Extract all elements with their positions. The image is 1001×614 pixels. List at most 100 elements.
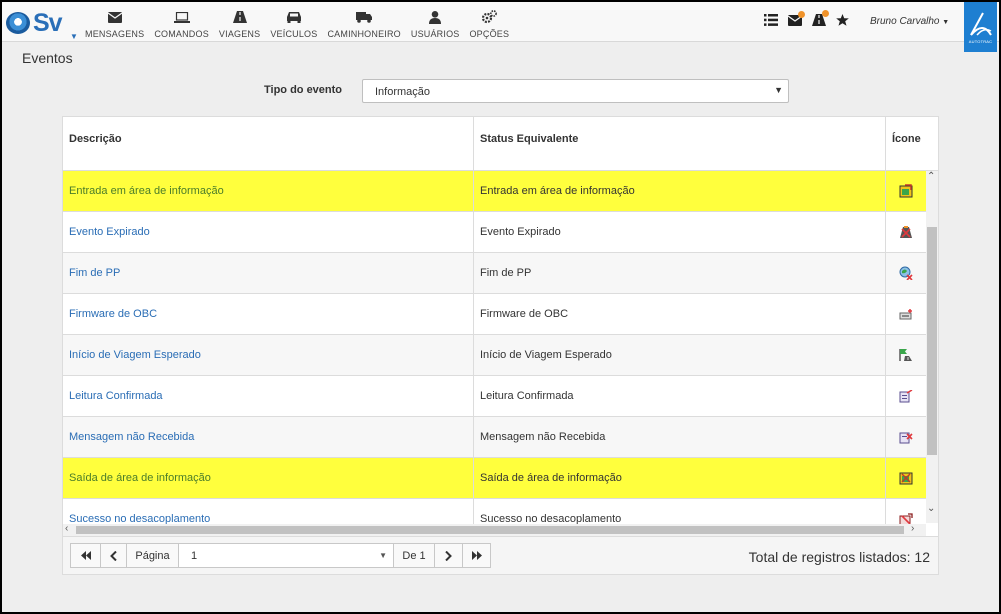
caret-down-icon: ▼	[774, 85, 783, 95]
cell-descricao[interactable]: Leitura Confirmada	[63, 376, 474, 416]
next-page-button[interactable]	[434, 543, 463, 568]
eye-logo-icon	[6, 12, 30, 34]
cell-status: Entrada em área de informação	[474, 171, 886, 211]
page-select-value: 1	[191, 549, 198, 562]
logo-text: Sv	[33, 8, 63, 37]
message-x-icon	[886, 417, 926, 457]
table-row[interactable]: Fim de PP Fim de PP	[63, 253, 926, 294]
column-header-descricao[interactable]: Descrição	[63, 117, 474, 171]
cell-descricao[interactable]: Início de Viagem Esperado	[63, 335, 474, 375]
prev-page-button[interactable]	[100, 543, 127, 568]
cell-descricao[interactable]: Saída de área de informação	[63, 458, 474, 498]
app-window: Sv ▼ MENSAGENS COMANDOS VIAGENS VEÍCULOS…	[2, 2, 999, 612]
events-table: Descrição Status Equivalente Ícone Entra…	[62, 116, 939, 537]
caret-down-icon: ▼	[70, 32, 78, 41]
double-chevron-right-icon	[471, 551, 482, 560]
read-confirmed-icon	[886, 376, 926, 416]
table-row[interactable]: Início de Viagem Esperado Início de Viag…	[63, 335, 926, 376]
table-row[interactable]: Evento Expirado Evento Expirado	[63, 212, 926, 253]
nav-caminhoneiro[interactable]: CAMINHONEIRO	[322, 10, 405, 39]
table-row[interactable]: Entrada em área de informação Entrada em…	[63, 171, 926, 212]
nav-mensagens[interactable]: MENSAGENS	[80, 10, 149, 39]
list-icon[interactable]	[764, 14, 778, 26]
page-title: Eventos	[22, 50, 73, 66]
gears-icon	[481, 10, 497, 24]
scroll-up-icon[interactable]: ⌃	[927, 171, 935, 182]
autotrac-logo-icon	[969, 12, 992, 36]
nav-label: CAMINHONEIRO	[327, 29, 401, 39]
table-body: Entrada em área de informação Entrada em…	[63, 171, 926, 536]
cell-descricao[interactable]: Mensagem não Recebida	[63, 417, 474, 457]
nav-usuarios[interactable]: USUÁRIOS	[406, 10, 465, 39]
brand-text: AUTOTRAC	[968, 38, 993, 44]
page-label: Página	[126, 543, 179, 568]
car-icon	[286, 10, 302, 24]
event-type-select[interactable]: Informação ▼	[362, 79, 789, 103]
brand-logo: AUTOTRAC	[964, 2, 997, 52]
cell-descricao[interactable]: Fim de PP	[63, 253, 474, 293]
first-page-button[interactable]	[70, 543, 101, 568]
road-icon	[232, 10, 247, 24]
page-select[interactable]: 1 ▼	[178, 543, 394, 568]
pagination-bar: Página 1 ▼ De 1 Total de registros lista…	[62, 537, 939, 575]
scroll-down-icon[interactable]: ⌄	[927, 503, 935, 514]
notification-badge	[798, 10, 805, 18]
column-header-icone[interactable]: Ícone	[886, 117, 926, 171]
caret-down-icon: ▼	[942, 19, 950, 26]
nav-viagens[interactable]: VIAGENS	[214, 10, 265, 39]
event-type-value: Informação	[375, 86, 431, 98]
notification-badge	[822, 10, 829, 17]
user-menu[interactable]: Bruno Carvalho ▼	[870, 16, 949, 27]
star-icon[interactable]	[836, 14, 849, 26]
horizontal-scroll-thumb[interactable]	[76, 526, 904, 534]
horizontal-scrollbar[interactable]: ‹ ›	[63, 523, 926, 536]
cell-status: Mensagem não Recebida	[474, 417, 886, 457]
nav-label: VIAGENS	[218, 29, 261, 39]
area-exit-icon	[886, 458, 926, 498]
firmware-icon	[886, 294, 926, 334]
cell-status: Fim de PP	[474, 253, 886, 293]
page-count-label: De 1	[393, 543, 435, 568]
table-row[interactable]: Mensagem não Recebida Mensagem não Receb…	[63, 417, 926, 458]
scroll-left-icon[interactable]: ‹	[65, 523, 68, 534]
vertical-scroll-thumb[interactable]	[927, 227, 937, 455]
laptop-icon	[173, 10, 190, 24]
user-name: Bruno Carvalho	[870, 16, 940, 27]
nav-comandos[interactable]: COMANDOS	[149, 10, 214, 39]
cell-descricao[interactable]: Evento Expirado	[63, 212, 474, 252]
nav-label: VEÍCULOS	[270, 29, 318, 39]
app-logo[interactable]: Sv ▼	[6, 6, 78, 41]
nav-label: MENSAGENS	[85, 29, 145, 39]
total-records: Total de registros listados: 12	[748, 549, 930, 565]
messages-notification-icon[interactable]	[788, 10, 805, 26]
nav-label: COMANDOS	[154, 29, 209, 39]
cell-status: Evento Expirado	[474, 212, 886, 252]
scroll-right-icon[interactable]: ›	[911, 523, 914, 534]
top-navbar: Sv ▼ MENSAGENS COMANDOS VIAGENS VEÍCULOS…	[2, 2, 999, 52]
pagination-controls: Página 1 ▼ De 1	[70, 543, 491, 568]
nav-label: USUÁRIOS	[410, 29, 460, 39]
chevron-left-icon	[110, 550, 117, 561]
table-row[interactable]: Saída de área de informação Saída de áre…	[63, 458, 926, 499]
event-type-label: Tipo do evento	[264, 84, 343, 96]
double-chevron-left-icon	[80, 551, 91, 560]
trip-start-icon	[886, 335, 926, 375]
nav-opcoes[interactable]: OPÇÕES	[464, 10, 514, 39]
chevron-right-icon	[445, 550, 452, 561]
cell-status: Firmware de OBC	[474, 294, 886, 334]
nav-veiculos[interactable]: VEÍCULOS	[265, 10, 322, 39]
cell-descricao[interactable]: Firmware de OBC	[63, 294, 474, 334]
table-row[interactable]: Leitura Confirmada Leitura Confirmada	[63, 376, 926, 417]
vertical-scrollbar[interactable]: ⌃ ⌄	[926, 171, 938, 523]
envelope-icon	[107, 10, 122, 24]
user-icon	[429, 10, 442, 24]
last-page-button[interactable]	[462, 543, 491, 568]
table-header: Descrição Status Equivalente Ícone	[63, 117, 938, 171]
column-header-status[interactable]: Status Equivalente	[474, 117, 886, 171]
cell-descricao[interactable]: Entrada em área de informação	[63, 171, 474, 211]
table-row[interactable]: Firmware de OBC Firmware de OBC	[63, 294, 926, 335]
caret-down-icon: ▼	[379, 551, 387, 560]
cell-status: Leitura Confirmada	[474, 376, 886, 416]
trips-notification-icon[interactable]	[812, 10, 829, 26]
cell-status: Saída de área de informação	[474, 458, 886, 498]
